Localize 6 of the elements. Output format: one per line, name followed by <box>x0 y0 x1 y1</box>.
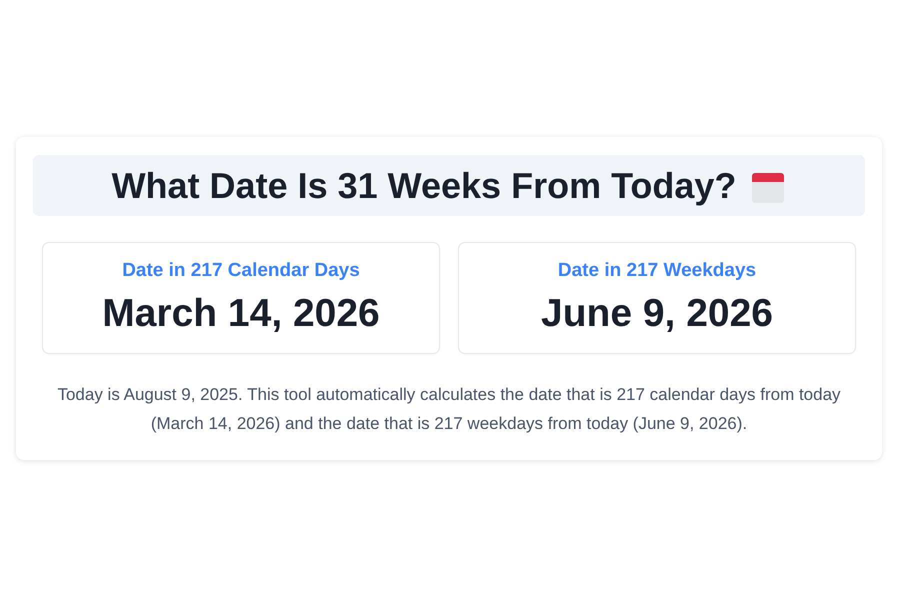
result-label: Date in 217 Calendar Days <box>122 260 360 282</box>
page-title: What Date Is 31 Weeks From Today? <box>112 164 736 206</box>
result-label: Date in 217 Weekdays <box>558 260 756 282</box>
result-date: March 14, 2026 <box>102 292 380 336</box>
result-date: June 9, 2026 <box>541 292 773 336</box>
description: Today is August 9, 2025. This tool automatically calculates the date that is 217 calendar days from today (March 14, 2026) and the date that is 217 weekdays from today (June 9, 2026). <box>56 384 842 435</box>
